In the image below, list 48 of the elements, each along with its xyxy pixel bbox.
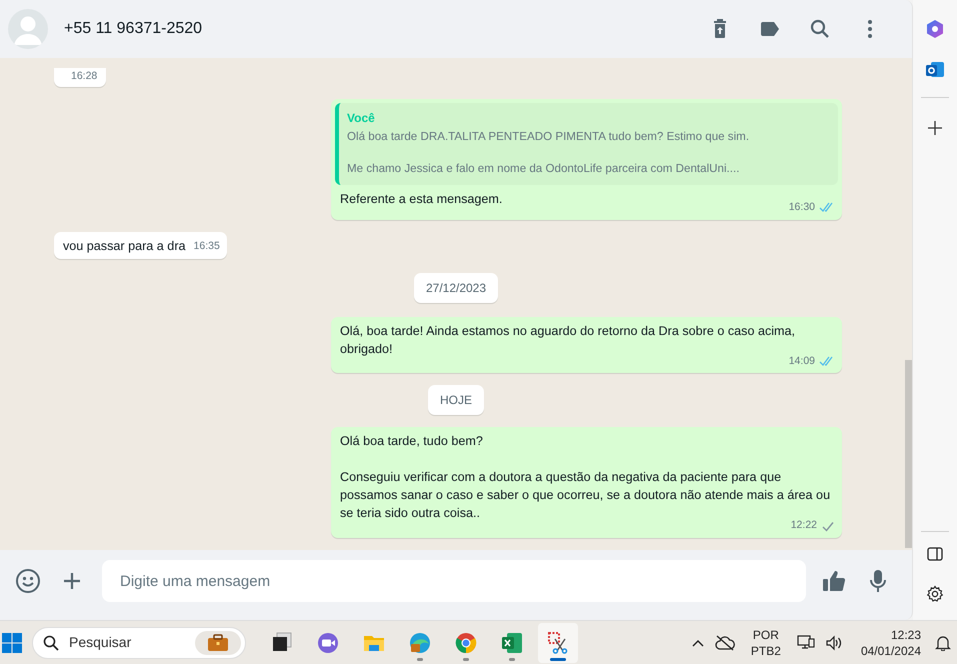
cloud-off-icon (714, 634, 735, 650)
message-time: 14:09 (788, 354, 815, 368)
plus-icon (927, 120, 943, 136)
taskbar-search[interactable]: Pesquisar (32, 626, 246, 658)
briefcase-icon (207, 634, 229, 652)
message-input[interactable]: Digite uma mensagem (102, 560, 806, 602)
message-text: vou passar para a dra (63, 238, 186, 254)
bell-icon (935, 634, 951, 650)
spreadsheet-icon (500, 630, 524, 654)
message-text: Referente a esta mensagem. (340, 190, 502, 208)
smiley-icon (15, 568, 41, 594)
mail-app-icon (925, 59, 945, 79)
message-text: Olá, boa tarde! Ainda estamos no aguardo do retorno da Dra sobre o caso acima, obrigado! (340, 322, 796, 356)
scissors-icon (546, 630, 570, 654)
message-time: 16:28 (71, 69, 98, 84)
panel-icon (927, 547, 943, 561)
microphone-icon (868, 569, 888, 593)
message-time: 16:35 (194, 238, 220, 254)
scrollbar[interactable] (905, 360, 912, 548)
quote-text: Olá boa tarde DRA.TALITA PENTEADO PIMENTA tudo bem? Estimo que sim. Me chamo Jessica e falo em nome da OdontoLife parceira com DentalUni.... (347, 128, 750, 177)
search-field[interactable]: Pesquisar (67, 631, 195, 654)
browser-wave-icon (408, 630, 432, 654)
more-icon (868, 20, 872, 38)
clock-date[interactable]: 04/01/2024 (860, 642, 921, 658)
hexagon-logo-icon (925, 19, 945, 39)
search-icon (43, 634, 59, 650)
browser-circle-icon (454, 630, 478, 654)
message-time: 16:30 (788, 200, 815, 215)
thumbs-up-icon (821, 568, 847, 594)
speaker-icon (824, 634, 843, 650)
contact-name[interactable]: +55 11 96371-2520 (64, 17, 690, 41)
plus-icon (62, 571, 82, 591)
clock-time[interactable]: 12:23 (890, 626, 921, 642)
settings-icon (926, 585, 944, 603)
windows-logo-icon (2, 632, 22, 652)
date-chip: 27/12/2023 (414, 272, 498, 302)
video-camera-icon (316, 630, 340, 654)
network-icon (796, 634, 815, 650)
date-chip: HOJE (428, 385, 484, 416)
chevron-up-icon (690, 638, 705, 648)
emoji-button[interactable] (14, 567, 42, 595)
taskbar-app[interactable] (538, 622, 578, 662)
message-text: Olá boa tarde, tudo bem? Conseguiu verificar com a doutora a questão da negativa da paciente para que possamos sanar o caso e saber o que ocorreu, se a doutora não atende mais a área ou se teria sido outra coisa.. (340, 433, 832, 520)
keyboard-layout[interactable]: PTB2 (750, 642, 781, 658)
language-indicator[interactable]: POR (752, 626, 779, 642)
message-time: 12:22 (790, 518, 817, 534)
quote-author: Você (347, 110, 376, 127)
quoted-message[interactable]: Você Olá boa tarde DRA.TALITA PENTEADO PIMENTA tudo bem? Estimo que sim. Me chamo Jessica e falo em nome da OdontoLife parceira com DentalUni.... (335, 102, 838, 185)
